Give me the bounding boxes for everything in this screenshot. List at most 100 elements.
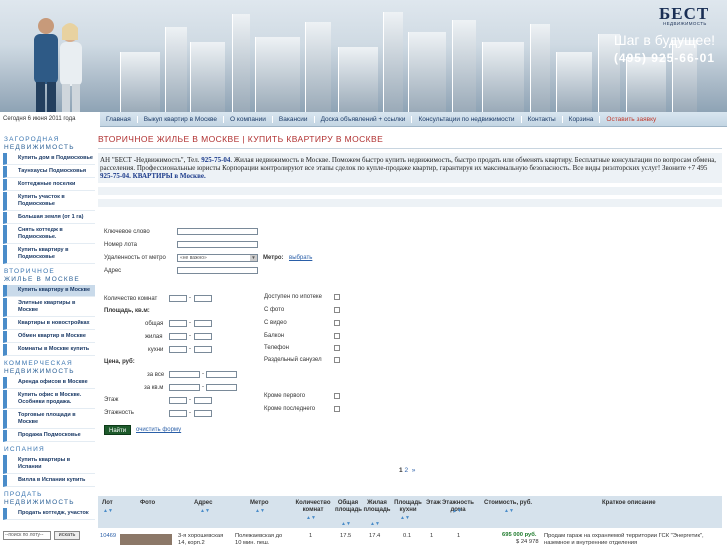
nav-item-home[interactable]: Главная	[100, 115, 138, 123]
sort-arrows-icon[interactable]: ▲▼	[400, 515, 410, 521]
sidebar-item[interactable]: Квартиры в новостройках	[3, 318, 95, 330]
price-sqm-from-input[interactable]	[169, 384, 200, 391]
lot-search-input[interactable]: --поиск по лоту--	[3, 531, 51, 540]
kitchen-area-to-input[interactable]	[194, 346, 212, 353]
nav-item-buyout[interactable]: Выкуп квартир в Москве	[138, 115, 225, 123]
living-area-label: жилая	[145, 334, 163, 340]
nav-item-board[interactable]: Доска объявлений + ссылки	[315, 115, 413, 123]
mortgage-checkbox[interactable]	[334, 294, 340, 300]
sidebar-item[interactable]: Снять коттедж в Подмосковье.	[3, 225, 95, 244]
next-page-link[interactable]: »	[412, 467, 416, 474]
sidebar-item[interactable]: Таунхаусы Подмосковья	[3, 166, 95, 178]
sort-arrows-icon[interactable]: ▲▼	[341, 521, 351, 527]
nav-item-consult[interactable]: Консультации по недвижимости	[412, 115, 522, 123]
col-floor: Этаж	[426, 500, 441, 506]
sidebar-item[interactable]: Купить участок в Подмосковье	[3, 192, 95, 211]
not-first-checkbox[interactable]	[334, 393, 340, 399]
logo[interactable]: БЕСТ НЕДВИЖИМОСТЬ	[659, 4, 715, 26]
sidebar-item[interactable]: Купить квартиру в Подмосковье	[3, 245, 95, 264]
sort-arrows-icon[interactable]: ▲▼	[306, 515, 316, 521]
address-input[interactable]	[177, 267, 258, 274]
sidebar-item[interactable]: Элитные квартиры в Москве	[3, 298, 95, 317]
price-all-to-input[interactable]	[206, 371, 237, 378]
top-nav: Главная Выкуп квартир в Москве О компани…	[100, 112, 727, 127]
floor-to-input[interactable]	[194, 397, 212, 404]
row-total-area: 17.5	[340, 533, 352, 539]
floor-from-input[interactable]	[169, 397, 187, 404]
sidebar-item[interactable]: Обмен квартир в Москве	[3, 331, 95, 343]
floors-from-input[interactable]	[169, 410, 187, 417]
metro-distance-select[interactable]: «не важно» ▼	[177, 254, 258, 262]
sidebar-item[interactable]: Купить офис в Москве. Особняки продажа.	[3, 390, 95, 409]
sidebar-item[interactable]: Купить дом в Подмосковье	[3, 153, 95, 165]
keyword-input[interactable]	[177, 228, 258, 235]
col-living-area: Жилая площадь	[363, 500, 391, 513]
rooms-to-input[interactable]	[194, 295, 212, 302]
current-date: Сегодня 6 июня 2011 года	[3, 116, 76, 122]
page-current: 1	[399, 467, 403, 474]
row-lot[interactable]: 10469	[100, 533, 116, 540]
not-last-checkbox[interactable]	[334, 406, 340, 412]
rooms-from-input[interactable]	[169, 295, 187, 302]
total-area-to-input[interactable]	[194, 320, 212, 327]
nav-item-vacancies[interactable]: Вакансии	[273, 115, 315, 123]
nav-item-contacts[interactable]: Контакты	[522, 115, 563, 123]
chevron-down-icon: ▼	[250, 255, 257, 261]
sidebar-item[interactable]: Торговые площади в Москве	[3, 410, 95, 429]
intro-text: АН "БЕСТ -Недвижимость", Тел. 925-75-04.…	[98, 153, 722, 183]
metro-choose-link[interactable]: выбрать	[289, 255, 312, 261]
clear-form-link[interactable]: очистить форму	[136, 427, 181, 433]
sidebar-item[interactable]: Продажа Подмосковье	[3, 430, 95, 442]
nav-item-request[interactable]: Оставить заявку	[600, 116, 662, 123]
sidebar-item[interactable]: Коттеджные поселки	[3, 179, 95, 191]
table-row[interactable]: 10469 3-я хорошевская 14, корп.2 Полежае…	[98, 530, 722, 546]
sort-arrows-icon[interactable]: ▲▼	[200, 508, 210, 514]
sidebar-item[interactable]: Продать коттедж, участок	[3, 508, 95, 520]
floors-to-input[interactable]	[194, 410, 212, 417]
col-metro: Метро	[250, 500, 269, 506]
metro-label: Метро:	[263, 255, 284, 261]
page-2-link[interactable]: 2	[404, 467, 408, 474]
photo-checkbox[interactable]	[334, 307, 340, 313]
price-sqm-to-input[interactable]	[206, 384, 237, 391]
video-checkbox[interactable]	[334, 320, 340, 326]
sidebar-item[interactable]: Купить квартиры в Испании	[3, 455, 95, 474]
sort-arrows-icon[interactable]: ▲▼	[452, 508, 462, 514]
pagination: 1 2 »	[399, 467, 415, 474]
lot-search-button[interactable]: искать	[54, 531, 80, 540]
lot-label: Номер лота	[104, 242, 137, 248]
floor-label: Этаж	[104, 397, 119, 403]
balcony-checkbox[interactable]	[334, 333, 340, 339]
lot-input[interactable]	[177, 241, 258, 248]
bath-checkbox[interactable]	[334, 357, 340, 363]
address-label: Адрес	[104, 268, 122, 274]
col-photo: Фото	[140, 500, 156, 506]
sidebar-item-active[interactable]: Купить квартиру в Москве	[3, 285, 95, 297]
not-last-label: Кроме последнего	[264, 406, 316, 412]
kitchen-area-from-input[interactable]	[169, 346, 187, 353]
row-photo[interactable]	[120, 534, 172, 545]
total-area-label: общая	[145, 321, 164, 327]
price-all-from-input[interactable]	[169, 371, 200, 378]
sort-arrows-icon[interactable]: ▲▼	[103, 508, 113, 514]
total-area-from-input[interactable]	[169, 320, 187, 327]
sort-arrows-icon[interactable]: ▲▼	[370, 521, 380, 527]
living-area-from-input[interactable]	[169, 333, 187, 340]
sidebar-item[interactable]: Большая земля (от 1 га)	[3, 212, 95, 224]
nav-item-about[interactable]: О компании	[224, 115, 273, 123]
sidebar-item[interactable]: Комнаты в Москве купить	[3, 344, 95, 356]
sort-arrows-icon[interactable]: ▲▼	[504, 508, 514, 514]
col-total-area: Общая площадь	[335, 500, 362, 513]
col-description: Краткое описание	[602, 500, 656, 506]
sidebar-item[interactable]: Вилла в Испании купить	[3, 475, 95, 487]
living-area-to-input[interactable]	[194, 333, 212, 340]
price-sqm-label: за кв.м	[144, 385, 164, 391]
find-button[interactable]: Найти	[104, 425, 132, 435]
area-label: Площадь, кв.м:	[104, 308, 150, 314]
nav-item-cart[interactable]: Корзина	[563, 115, 601, 123]
sort-arrows-icon[interactable]: ▲▼	[255, 508, 265, 514]
sidebar-item[interactable]: Аренда офисов в Москве	[3, 377, 95, 389]
mortgage-label: Доступен по ипотеке	[264, 294, 322, 300]
intro-link[interactable]: КВАРТИРЫ в Москве.	[133, 172, 206, 180]
phone-checkbox[interactable]	[334, 345, 340, 351]
